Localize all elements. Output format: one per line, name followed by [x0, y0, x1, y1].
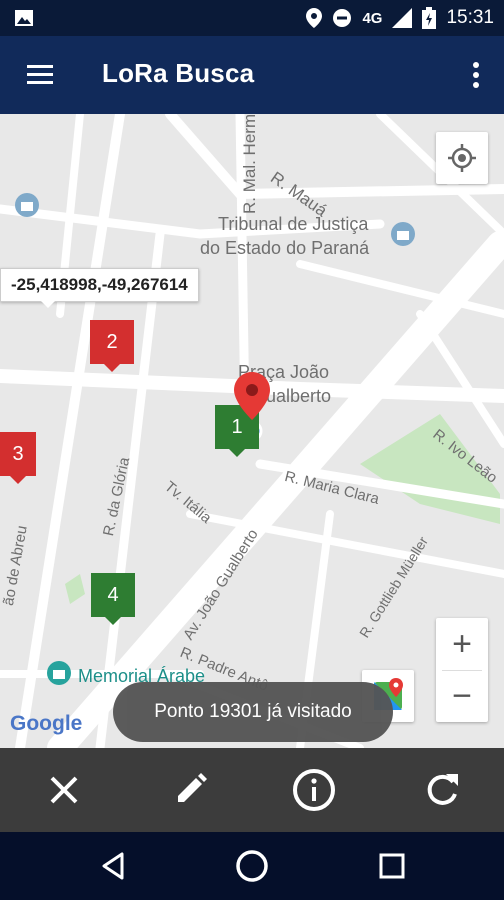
coordinate-tooltip: -25,418998,-49,267614 [0, 268, 199, 308]
location-icon [306, 8, 323, 28]
back-icon[interactable] [94, 846, 134, 886]
app-bar: LoRa Busca [0, 36, 504, 114]
map-marker-4[interactable]: 4 [91, 573, 135, 625]
landmark-icon [15, 193, 39, 217]
system-nav-bar [0, 832, 504, 900]
info-icon[interactable] [292, 768, 336, 812]
place-label: do Estado do Paraná [200, 238, 370, 258]
do-not-disturb-icon [333, 9, 352, 27]
image-notification-icon [15, 10, 33, 26]
battery-icon [422, 7, 437, 29]
place-label: Tribunal de Justiça [218, 214, 369, 234]
status-bar: 4G 15:31 [0, 0, 504, 36]
recents-icon[interactable] [372, 846, 412, 886]
zoom-in-button[interactable]: + [436, 618, 488, 670]
more-options-icon[interactable] [466, 58, 486, 92]
zoom-out-button[interactable]: − [436, 671, 488, 722]
close-icon[interactable] [42, 768, 86, 812]
network-type: 4G [362, 9, 383, 27]
crosshair-icon [448, 144, 476, 172]
toast-message: Ponto 19301 já visitado [113, 682, 393, 742]
my-location-button[interactable] [436, 132, 488, 184]
map-view[interactable]: R. Mal. Hermes R. Mauá Tribunal de Justi… [0, 114, 504, 748]
street-label: R. Mal. Hermes [240, 114, 259, 214]
google-logo: Google [10, 712, 83, 735]
museum-icon [47, 661, 71, 685]
signal-icon [392, 8, 413, 28]
refresh-icon[interactable] [420, 768, 464, 812]
zoom-controls: + − [436, 618, 488, 722]
clock: 15:31 [446, 7, 494, 28]
bottom-action-bar [0, 748, 504, 832]
selected-pin-icon[interactable] [234, 372, 270, 420]
home-icon[interactable] [232, 846, 272, 886]
app-title: LoRa Busca [102, 58, 255, 88]
courthouse-icon [391, 222, 415, 246]
map-marker-2[interactable]: 2 [90, 320, 134, 372]
edit-icon[interactable] [168, 768, 212, 812]
menu-icon[interactable] [24, 60, 56, 90]
map-marker-3[interactable]: 3 [0, 432, 36, 484]
